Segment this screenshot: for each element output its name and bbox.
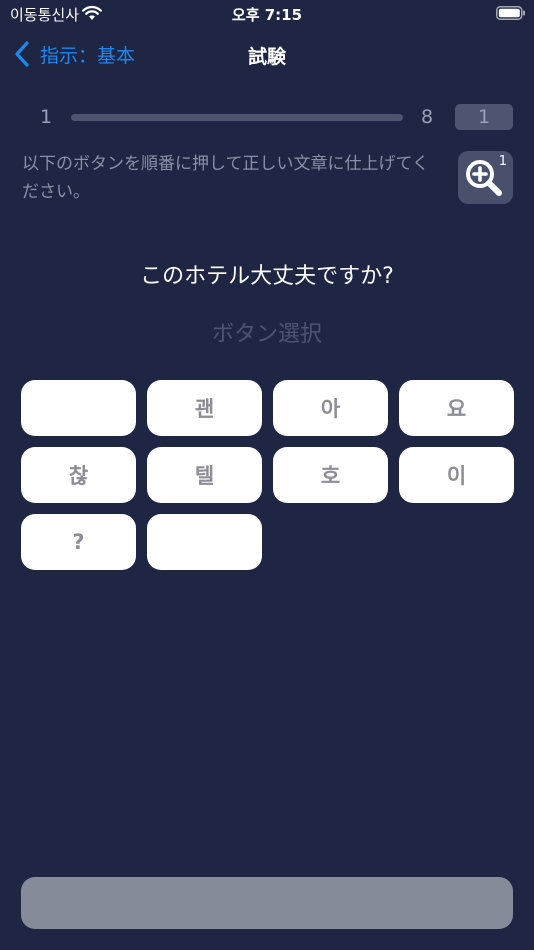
hint-button[interactable]: 1 [458, 151, 513, 204]
word-button[interactable]: 아 [273, 380, 388, 436]
word-button-grid: 괜 아 요 찮 텔 호 이 ? [21, 380, 514, 570]
battery-icon [496, 6, 525, 20]
word-button[interactable]: 찮 [21, 447, 136, 503]
instruction-text: 以下のボタンを順番に押して正しい文章に仕上げてください。 [22, 154, 429, 202]
progress-start-label: 1 [40, 106, 53, 128]
progress-bar [71, 114, 403, 121]
word-button[interactable] [21, 380, 136, 436]
progress-row: 1 8 1 [0, 100, 534, 134]
word-button[interactable]: 요 [399, 380, 514, 436]
status-time: 오후 7:15 [231, 6, 303, 24]
current-question-badge: 1 [455, 104, 513, 130]
progress-end-label: 8 [421, 106, 434, 128]
word-button[interactable] [147, 514, 262, 570]
submit-button[interactable] [21, 877, 513, 929]
status-bar: 이동통신사 오후 7:15 [0, 0, 534, 28]
hint-count: 1 [498, 154, 507, 169]
word-button[interactable]: 호 [273, 447, 388, 503]
page-title: 試験 [247, 46, 286, 68]
question-text: このホテル大丈夫ですか? [140, 264, 394, 289]
navigation-bar: 指示：基本 試験 [0, 32, 534, 76]
word-button[interactable]: ? [21, 514, 136, 570]
word-button[interactable]: 괜 [147, 380, 262, 436]
word-button[interactable]: 이 [399, 447, 514, 503]
word-button[interactable]: 텔 [147, 447, 262, 503]
answer-placeholder: ボタン選択 [211, 322, 322, 347]
